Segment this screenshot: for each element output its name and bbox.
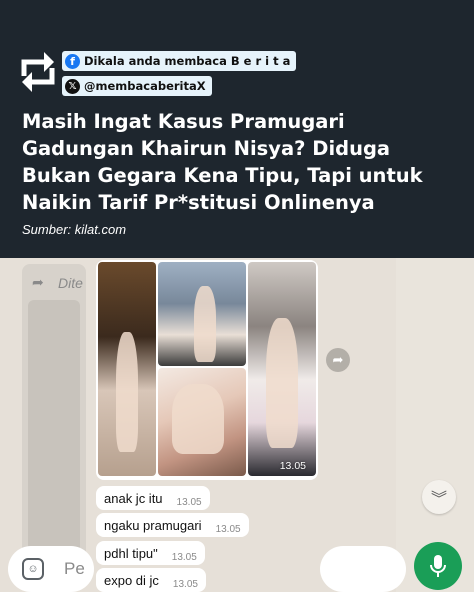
- repost-logo-icon: [21, 52, 55, 92]
- message-bubble[interactable]: anak jc itu 13.05: [96, 486, 210, 510]
- forwarded-label: Dite: [58, 275, 83, 291]
- photo-subject: [194, 286, 216, 362]
- message-time: 13.05: [171, 551, 197, 563]
- message-composer[interactable]: ☺ Pe: [8, 546, 94, 592]
- x-tag-label: @membacaberitaX: [84, 79, 206, 93]
- share-icon[interactable]: ➦: [326, 348, 350, 372]
- photo-subject: [266, 318, 298, 448]
- sticker-icon[interactable]: ☺: [22, 558, 44, 580]
- photo-timestamp: 13.05: [279, 460, 306, 472]
- headline: Masih Ingat Kasus Pramugari Gadungan Kha…: [22, 110, 423, 214]
- message-bubble[interactable]: expo di jc 13.05: [96, 568, 206, 592]
- message-composer-right[interactable]: [320, 546, 406, 592]
- forward-icon: ➦: [32, 274, 44, 290]
- message-text: pdhl tipu": [104, 545, 158, 561]
- photo-subject: [172, 384, 224, 454]
- message-time: 13.05: [176, 496, 202, 508]
- chevron-double-down-icon[interactable]: ︾: [422, 480, 456, 514]
- message-text: expo di jc: [104, 572, 159, 588]
- x-tag[interactable]: 𝕏 @membacaberitaX: [62, 76, 212, 96]
- background-forwarded-bubble: ➦ Dite: [22, 264, 86, 564]
- message-time: 13.05: [172, 578, 198, 590]
- composer-placeholder: Pe: [64, 559, 85, 578]
- facebook-icon: f: [65, 53, 80, 69]
- chat-screenshot: ➦ Dite 13.05 ➦ anak jc itu 13.05 ngaku p…: [0, 258, 474, 592]
- mic-icon[interactable]: [414, 542, 462, 590]
- source-credit: Sumber: kilat.com: [22, 222, 127, 237]
- photo-album-bubble[interactable]: 13.05: [96, 260, 318, 480]
- facebook-tag-label: Dikala anda membaca B e r i t a: [84, 54, 291, 68]
- photo-4[interactable]: 13.05: [248, 262, 316, 476]
- message-bubble[interactable]: ngaku pramugari 13.05: [96, 513, 249, 537]
- photo-subject: [116, 332, 138, 452]
- message-time: 13.05: [215, 523, 241, 535]
- blurred-image: [28, 300, 80, 560]
- news-header: f Dikala anda membaca B e r i t a 𝕏 @mem…: [0, 0, 474, 258]
- message-text: anak jc itu: [104, 490, 163, 506]
- x-icon: 𝕏: [65, 78, 80, 94]
- photo-2[interactable]: [158, 262, 246, 366]
- message-text: ngaku pramugari: [104, 517, 202, 533]
- message-bubble[interactable]: pdhl tipu" 13.05: [96, 541, 205, 565]
- mic-glyph: [430, 555, 446, 577]
- photo-1[interactable]: [98, 262, 156, 476]
- photo-3[interactable]: [158, 368, 246, 476]
- facebook-tag[interactable]: f Dikala anda membaca B e r i t a: [62, 51, 297, 71]
